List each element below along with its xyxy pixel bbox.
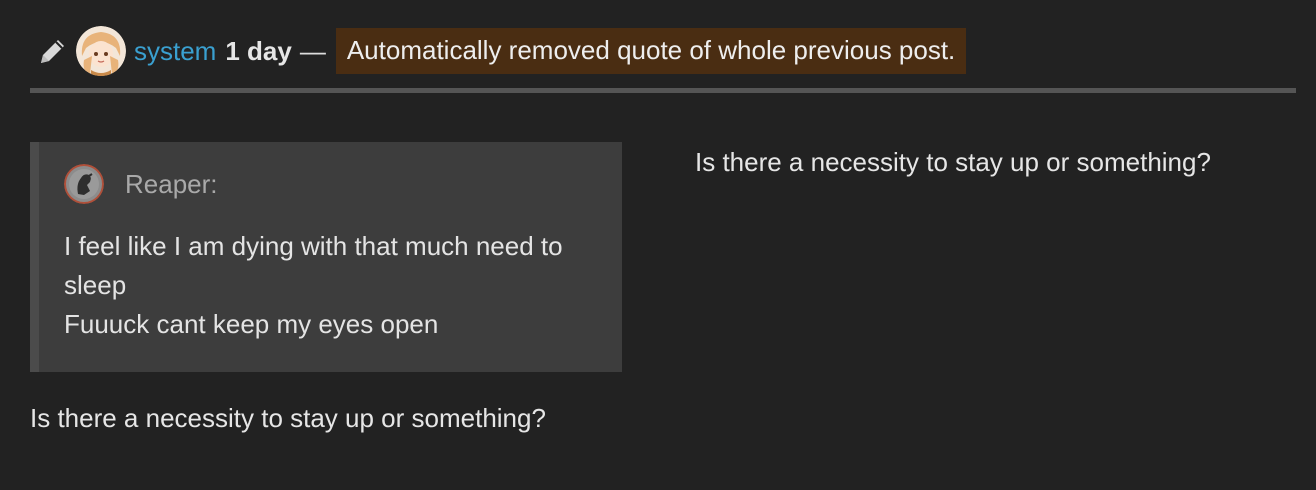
quote-author: Reaper: (125, 168, 218, 199)
quote-line: sleep (64, 270, 127, 300)
pencil-icon (36, 34, 70, 68)
quote-header: Reaper: (64, 164, 602, 204)
previous-version: Reaper: I feel like I am dying with that… (30, 142, 631, 434)
username-link[interactable]: system (134, 36, 216, 67)
quote-avatar[interactable] (64, 164, 104, 204)
quote-line: Fuuuck cant keep my eyes open (64, 309, 439, 339)
avatar[interactable] (76, 26, 126, 76)
current-post-text: Is there a necessity to stay up or somet… (695, 147, 1211, 177)
quote-text: I feel like I am dying with that much ne… (64, 227, 602, 344)
separator-dash: — (299, 35, 326, 66)
revision-header: system 1 day — Automatically removed quo… (30, 26, 1296, 76)
quote-block: Reaper: I feel like I am dying with that… (30, 142, 622, 372)
previous-post-text: Is there a necessity to stay up or somet… (30, 403, 546, 433)
divider (30, 88, 1296, 93)
quote-line: I feel like I am dying with that much ne… (64, 231, 563, 261)
edit-reason: Automatically removed quote of whole pre… (335, 28, 967, 74)
revision-view: system 1 day — Automatically removed quo… (0, 0, 1316, 490)
revision-age: 1 day (225, 35, 292, 66)
current-version: Is there a necessity to stay up or somet… (695, 146, 1295, 178)
